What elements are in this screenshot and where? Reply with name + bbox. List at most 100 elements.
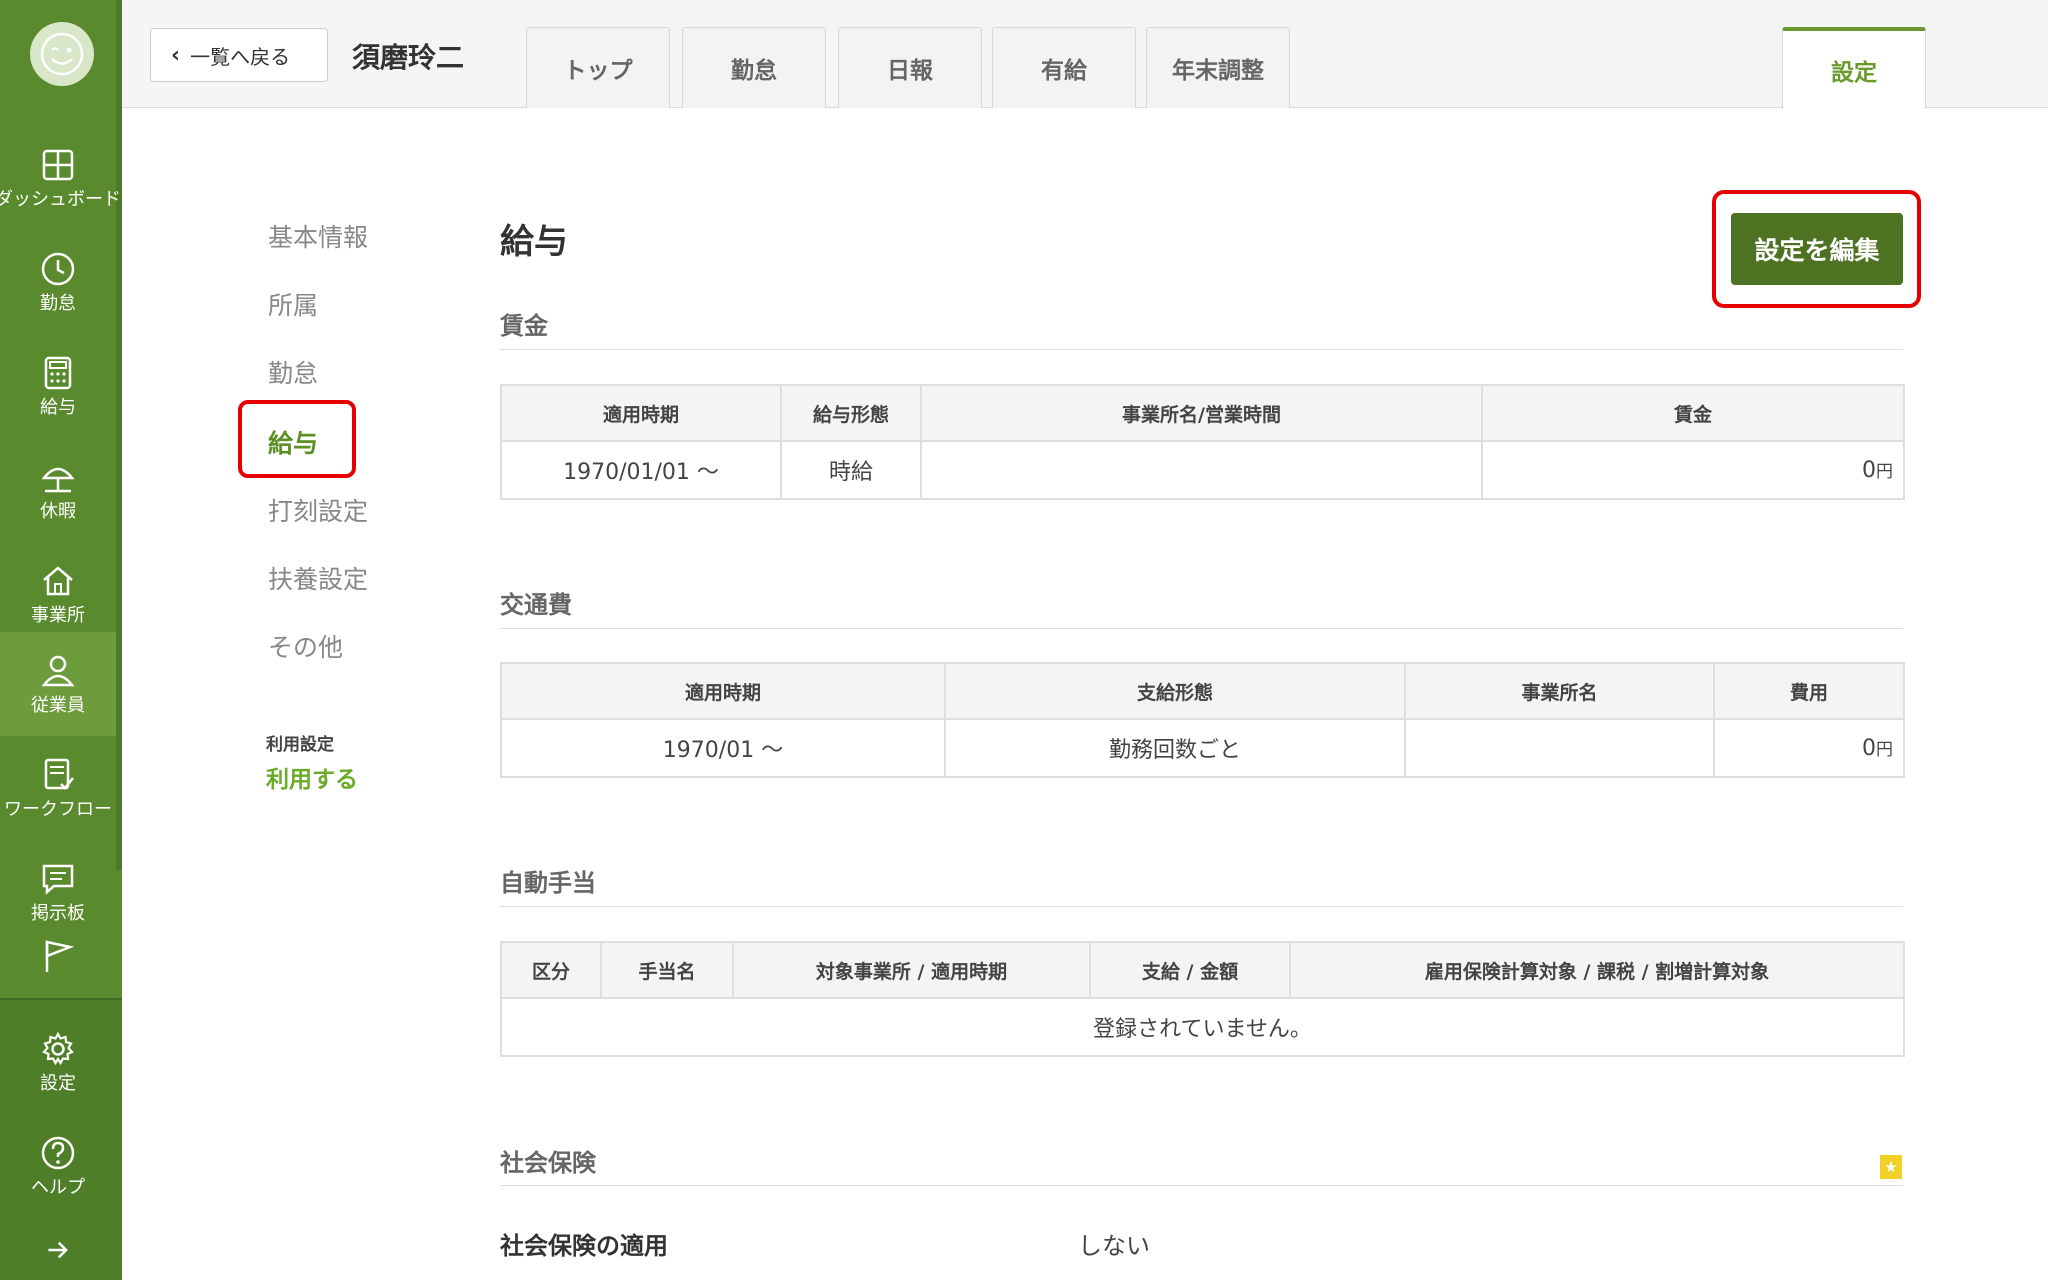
column-header: 手当名	[600, 941, 734, 999]
header: ‹ 一覧へ戻る 須磨玲二 トップ 勤怠 日報 有給 年末調整 設定	[122, 0, 2048, 109]
wage-amount: 0	[1862, 458, 1876, 483]
section-title-transport: 交通費	[500, 591, 572, 619]
sidebar-item-label: ヘルプ	[31, 1177, 85, 1198]
menu-item-other[interactable]: その他	[268, 628, 343, 664]
menu-item-dependents[interactable]: 扶養設定	[268, 560, 368, 596]
tab-daily-report[interactable]: 日報	[838, 27, 982, 108]
sidebar-item-payroll[interactable]: 給与	[0, 334, 116, 438]
table-row: 登録されていません。	[500, 997, 1905, 1057]
page-title: 給与	[500, 222, 568, 262]
tab-year-end-adjustment[interactable]: 年末調整	[1146, 27, 1290, 108]
table-header-row: 区分 手当名 対象事業所 / 適用時期 支給 / 金額 雇用保険計算対象 / 課…	[500, 941, 1905, 999]
section-title-social-insurance: 社会保険	[500, 1149, 596, 1177]
column-header: 雇用保険計算対象 / 課税 / 割増計算対象	[1289, 941, 1905, 999]
section-divider	[500, 1185, 1903, 1186]
flag-icon	[45, 940, 75, 972]
menu-item-affiliation[interactable]: 所属	[268, 286, 318, 322]
column-header: 支給 / 金額	[1089, 941, 1291, 999]
column-header: 支給形態	[944, 662, 1406, 720]
menu-item-clock-settings[interactable]: 打刻設定	[268, 492, 368, 528]
column-header: 適用時期	[500, 662, 946, 720]
sidebar-item-label: 設定	[40, 1073, 76, 1094]
wage-amount-cell: 0円	[1481, 440, 1905, 500]
tab-paid-leave[interactable]: 有給	[992, 27, 1136, 108]
sidebar-item-dashboard[interactable]: ダッシュボード	[0, 126, 121, 230]
gear-icon	[42, 1031, 74, 1066]
person-icon	[41, 655, 75, 687]
menu-item-basic-info[interactable]: 基本情報	[268, 218, 368, 254]
dashboard-icon	[42, 149, 74, 181]
sidebar-expand-button[interactable]	[0, 1224, 116, 1276]
wage-table: 適用時期 給与形態 事業所名/営業時間 賃金 1970/01/01 〜 時給 0…	[500, 384, 1905, 500]
sidebar-item-leave[interactable]: 休暇	[0, 438, 116, 542]
transport-amount: 0	[1862, 736, 1876, 761]
column-header: 対象事業所 / 適用時期	[732, 941, 1091, 999]
chat-icon	[42, 864, 74, 895]
highlight-box-edit-button	[1712, 190, 1921, 308]
back-button-label: 一覧へ戻る	[190, 44, 291, 69]
checklist-icon	[44, 758, 74, 790]
sidebar-item-attendance[interactable]: 勤怠	[0, 230, 116, 334]
back-to-list-button[interactable]: ‹ 一覧へ戻る	[150, 28, 328, 82]
transport-table: 適用時期 支給形態 事業所名 費用 1970/01 〜 勤務回数ごと 0円	[500, 662, 1905, 778]
logo-icon[interactable]	[30, 22, 94, 86]
sidebar: ダッシュボード 勤怠 給与 休暇 事業所 従業員 ワークフロー 掲示板 設定 ヘ…	[0, 0, 122, 1280]
highlight-box-payroll-menu	[238, 400, 356, 478]
transport-type-cell: 勤務回数ごと	[944, 718, 1406, 778]
column-header: 事業所名	[1404, 662, 1715, 720]
usage-setting-value: 利用する	[266, 767, 358, 793]
sidebar-item-flag[interactable]	[0, 936, 116, 996]
section-divider	[500, 349, 1903, 350]
sidebar-item-label: 勤怠	[40, 293, 76, 314]
sidebar-item-label: 事業所	[31, 605, 85, 626]
home-icon	[43, 566, 73, 596]
column-header: 給与形態	[780, 384, 922, 442]
transport-period-cell: 1970/01 〜	[500, 718, 946, 778]
star-icon[interactable]: ★	[1880, 1155, 1902, 1179]
sidebar-item-board[interactable]: 掲示板	[0, 840, 116, 944]
arrow-right-icon	[48, 1241, 68, 1259]
column-header: 適用時期	[500, 384, 782, 442]
allowance-table: 区分 手当名 対象事業所 / 適用時期 支給 / 金額 雇用保険計算対象 / 課…	[500, 941, 1905, 1057]
section-title-wage: 賃金	[500, 312, 548, 340]
sidebar-item-label: ダッシュボード	[0, 189, 121, 210]
usage-setting-label: 利用設定	[266, 735, 334, 755]
table-header-row: 適用時期 支給形態 事業所名 費用	[500, 662, 1905, 720]
transport-office-cell	[1404, 718, 1715, 778]
chevron-left-icon: ‹	[171, 42, 181, 68]
social-insurance-label: 社会保険の適用	[500, 1232, 668, 1260]
umbrella-icon	[41, 467, 75, 493]
clock-icon	[41, 252, 75, 286]
column-header: 費用	[1713, 662, 1905, 720]
employee-name: 須磨玲二	[352, 41, 465, 74]
empty-message: 登録されていません。	[500, 997, 1905, 1057]
sidebar-item-employees[interactable]: 従業員	[0, 632, 116, 736]
sidebar-scrollbar[interactable]	[116, 0, 122, 870]
tab-settings[interactable]: 設定	[1782, 27, 1926, 109]
tab-attendance[interactable]: 勤怠	[682, 27, 826, 108]
sidebar-item-label: 従業員	[31, 695, 85, 716]
column-header: 賃金	[1481, 384, 1905, 442]
sidebar-item-help[interactable]: ヘルプ	[0, 1114, 116, 1218]
wage-office-cell	[920, 440, 1483, 500]
tab-top[interactable]: トップ	[526, 27, 670, 108]
sidebar-item-label: ワークフロー	[4, 799, 112, 820]
wage-period-cell: 1970/01/01 〜	[500, 440, 782, 500]
column-header: 区分	[500, 941, 602, 999]
section-divider	[500, 628, 1903, 629]
wage-type-cell: 時給	[780, 440, 922, 500]
social-insurance-value: しない	[1078, 1232, 1150, 1260]
help-icon	[41, 1136, 75, 1170]
currency-unit: 円	[1876, 462, 1893, 482]
sidebar-item-workflow[interactable]: ワークフロー	[0, 736, 116, 840]
table-row: 1970/01/01 〜 時給 0円	[500, 440, 1905, 500]
transport-amount-cell: 0円	[1713, 718, 1905, 778]
table-row: 1970/01 〜 勤務回数ごと 0円	[500, 718, 1905, 778]
calculator-icon	[44, 356, 72, 390]
sidebar-item-label: 給与	[40, 397, 76, 418]
column-header: 事業所名/営業時間	[920, 384, 1483, 442]
sidebar-item-office[interactable]: 事業所	[0, 542, 116, 646]
menu-item-attendance[interactable]: 勤怠	[268, 354, 318, 390]
sidebar-item-settings[interactable]: 設定	[0, 1010, 116, 1114]
table-header-row: 適用時期 給与形態 事業所名/営業時間 賃金	[500, 384, 1905, 442]
